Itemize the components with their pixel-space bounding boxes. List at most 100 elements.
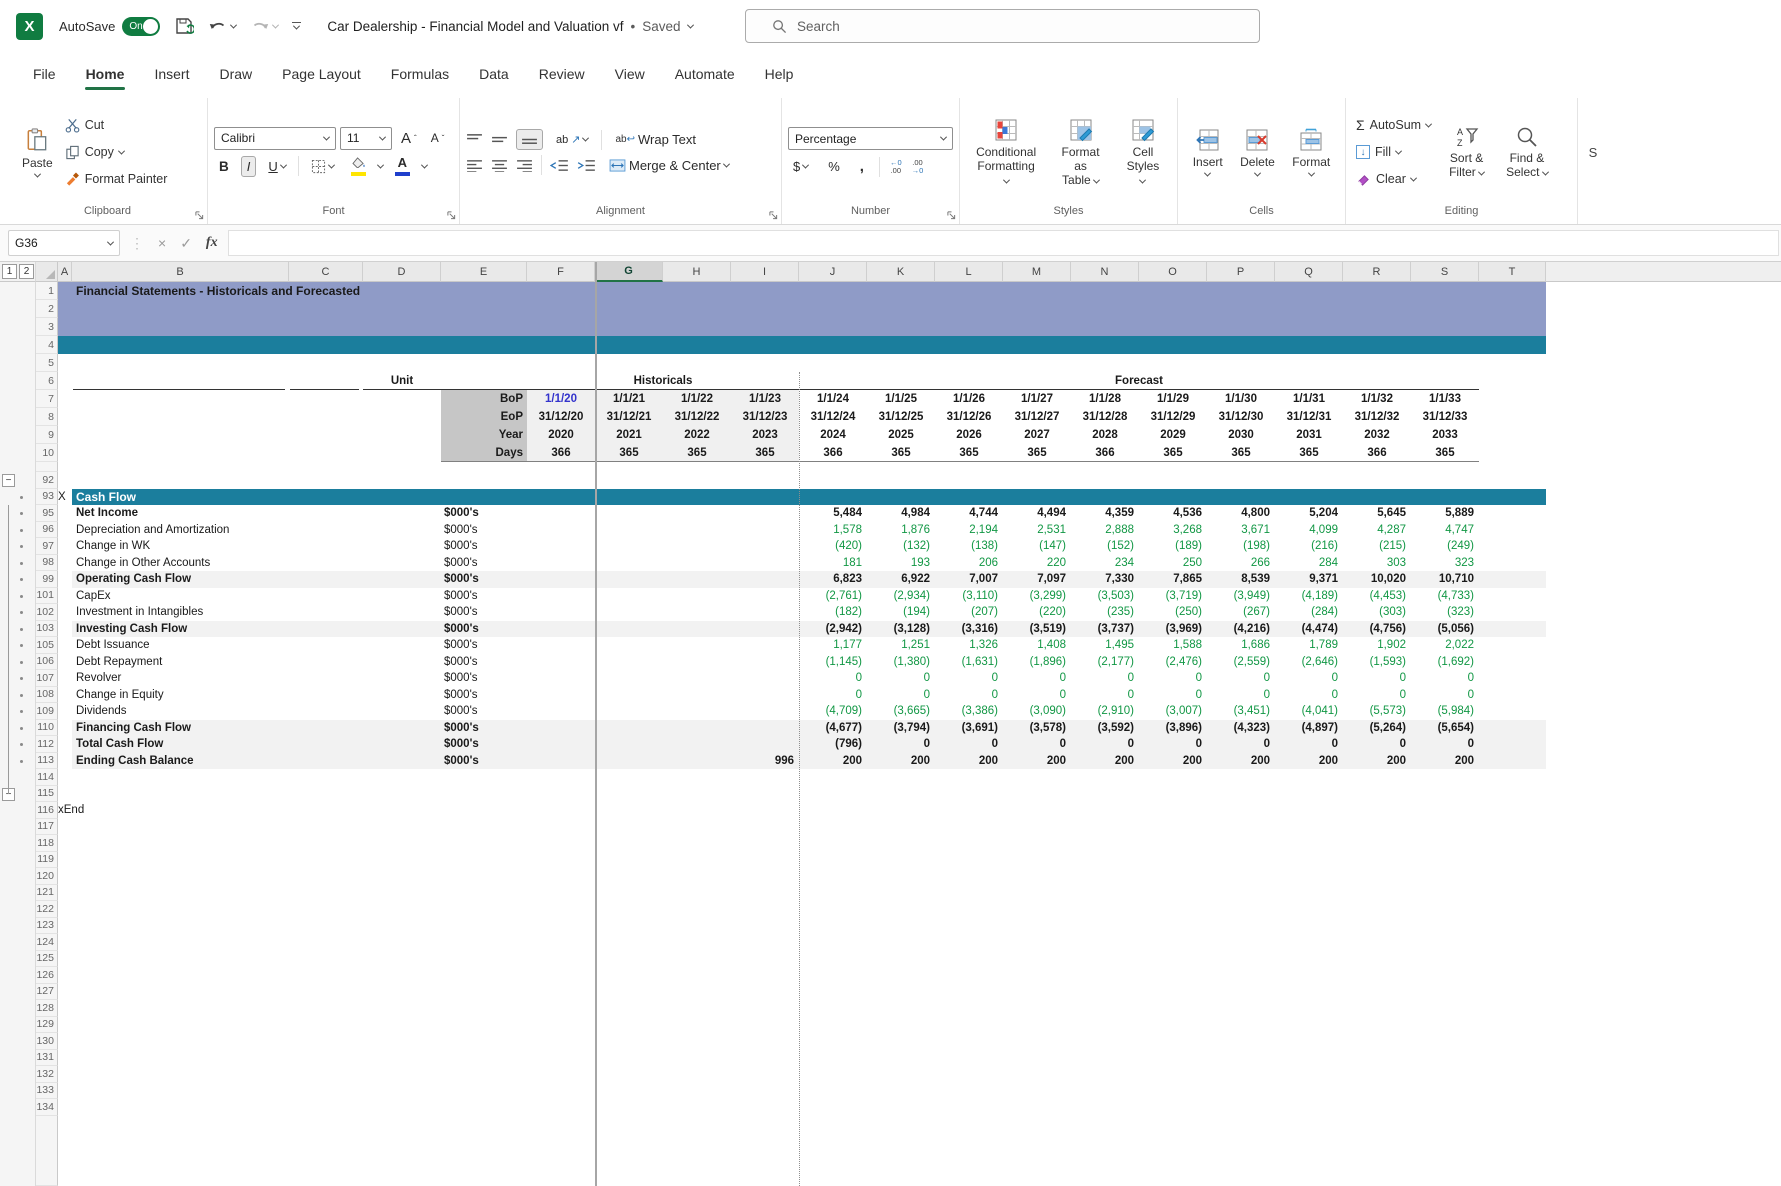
cell-T101[interactable] (1479, 588, 1546, 605)
unit-109[interactable]: $000's (441, 703, 527, 720)
cell-P112[interactable]: 0 (1207, 736, 1275, 753)
row-header-130[interactable]: 130 (36, 1033, 58, 1050)
cell-S107[interactable]: 0 (1411, 670, 1479, 687)
cell-L10[interactable]: 365 (935, 444, 1003, 462)
column-header-A[interactable]: A (58, 262, 72, 282)
autosave-toggle[interactable]: On (122, 17, 160, 36)
cell-A118[interactable] (58, 835, 72, 852)
cell-O95[interactable]: 4,536 (1139, 505, 1207, 522)
cell-P103[interactable]: (4,216) (1207, 621, 1275, 638)
cell-F10[interactable]: 366 (527, 444, 595, 462)
decrease-decimal-button[interactable]: .00 →0 (912, 159, 924, 175)
align-top-icon[interactable] (466, 133, 483, 146)
cell-M112[interactable]: 0 (1003, 736, 1071, 753)
cell-K101[interactable]: (2,934) (867, 588, 935, 605)
cell-G7[interactable]: 1/1/21 (595, 390, 663, 408)
undo-button[interactable] (208, 17, 236, 35)
cell-L97[interactable]: (138) (935, 538, 1003, 555)
cell-F108[interactable] (527, 687, 595, 704)
cell-A122[interactable] (58, 901, 72, 918)
underline-button[interactable]: U (263, 157, 290, 176)
row-header-125[interactable]: 125 (36, 951, 58, 968)
cell-H106[interactable] (663, 654, 731, 671)
borders-button[interactable] (306, 157, 339, 176)
row-header-132[interactable]: 132 (36, 1066, 58, 1083)
cell-O98[interactable]: 250 (1139, 555, 1207, 572)
cell-F96[interactable] (527, 522, 595, 539)
cell-S95[interactable]: 5,889 (1411, 505, 1479, 522)
cell-N7[interactable]: 1/1/28 (1071, 390, 1139, 408)
unit-110[interactable]: $000's (441, 720, 527, 737)
cell-J101[interactable]: (2,761) (799, 588, 867, 605)
cell-C105[interactable] (289, 637, 363, 654)
outline-level-2-button[interactable]: 2 (19, 264, 34, 279)
cell-M96[interactable]: 2,531 (1003, 522, 1071, 539)
column-header-L[interactable]: L (935, 262, 1003, 282)
cell-A131[interactable] (58, 1050, 72, 1067)
cell-L99[interactable]: 7,007 (935, 571, 1003, 588)
cell-R109[interactable]: (5,573) (1343, 703, 1411, 720)
cell-H105[interactable] (663, 637, 731, 654)
cell-A113[interactable] (58, 753, 72, 770)
cell-H99[interactable] (663, 571, 731, 588)
save-button[interactable] (174, 16, 194, 36)
cell-S105[interactable]: 2,022 (1411, 637, 1479, 654)
cell-J99[interactable]: 6,823 (799, 571, 867, 588)
cell-Q109[interactable]: (4,041) (1275, 703, 1343, 720)
tab-formulas[interactable]: Formulas (378, 57, 462, 93)
cell-N98[interactable]: 234 (1071, 555, 1139, 572)
cell-G107[interactable] (595, 670, 663, 687)
cell-F112[interactable] (527, 736, 595, 753)
row-label-108[interactable]: Change in Equity (72, 687, 289, 704)
column-header-T[interactable]: T (1479, 262, 1546, 282)
cell-N113[interactable]: 200 (1071, 753, 1139, 770)
cell-P107[interactable]: 0 (1207, 670, 1275, 687)
cell-L102[interactable]: (207) (935, 604, 1003, 621)
cell-K9[interactable]: 2025 (867, 426, 935, 444)
cell-P105[interactable]: 1,686 (1207, 637, 1275, 654)
paste-button[interactable]: Paste (14, 123, 61, 182)
enter-icon[interactable]: ✓ (180, 235, 192, 252)
cell-D95[interactable] (363, 505, 441, 522)
header-label-year[interactable]: Year (441, 426, 527, 444)
copy-dropdown-chevron[interactable] (118, 147, 125, 154)
cell-I113[interactable]: 996 (731, 753, 799, 770)
cell-O8[interactable]: 31/12/29 (1139, 408, 1207, 426)
cell-A10[interactable] (58, 444, 441, 462)
column-header-P[interactable]: P (1207, 262, 1275, 282)
header-label-days[interactable]: Days (441, 444, 527, 462)
cell-O9[interactable]: 2029 (1139, 426, 1207, 444)
cell-H98[interactable] (663, 555, 731, 572)
cell-I8[interactable]: 31/12/23 (731, 408, 799, 426)
cell-R97[interactable]: (215) (1343, 538, 1411, 555)
cell-D106[interactable] (363, 654, 441, 671)
cell-S9[interactable]: 2033 (1411, 426, 1479, 444)
row-header-119[interactable]: 119 (36, 852, 58, 869)
cell-A130[interactable] (58, 1033, 72, 1050)
cell-A101[interactable] (58, 588, 72, 605)
row-header-107[interactable]: 107 (36, 670, 58, 687)
cell-D112[interactable] (363, 736, 441, 753)
cell-I99[interactable] (731, 571, 799, 588)
truncated-group-letter[interactable]: S (1589, 145, 1598, 160)
cell-A105[interactable] (58, 637, 72, 654)
decrease-font-button[interactable]: Aˇ (426, 129, 450, 147)
row-label-103[interactable]: Investing Cash Flow (72, 621, 289, 638)
cell-O96[interactable]: 3,268 (1139, 522, 1207, 539)
cell-A109[interactable] (58, 703, 72, 720)
cell-J9[interactable]: 2024 (799, 426, 867, 444)
cell-H10[interactable]: 365 (663, 444, 731, 462)
row-header-126[interactable]: 126 (36, 967, 58, 984)
unit-97[interactable]: $000's (441, 538, 527, 555)
cell-A98[interactable] (58, 555, 72, 572)
cell-F106[interactable] (527, 654, 595, 671)
cell-T102[interactable] (1479, 604, 1546, 621)
cell-Q106[interactable]: (2,646) (1275, 654, 1343, 671)
cell-F101[interactable] (527, 588, 595, 605)
row-header-10[interactable]: 10 (36, 444, 58, 462)
cell-R10[interactable]: 366 (1343, 444, 1411, 462)
cell-G99[interactable] (595, 571, 663, 588)
cell-A96[interactable] (58, 522, 72, 539)
row-label-95[interactable]: Net Income (72, 505, 289, 522)
cell-I106[interactable] (731, 654, 799, 671)
